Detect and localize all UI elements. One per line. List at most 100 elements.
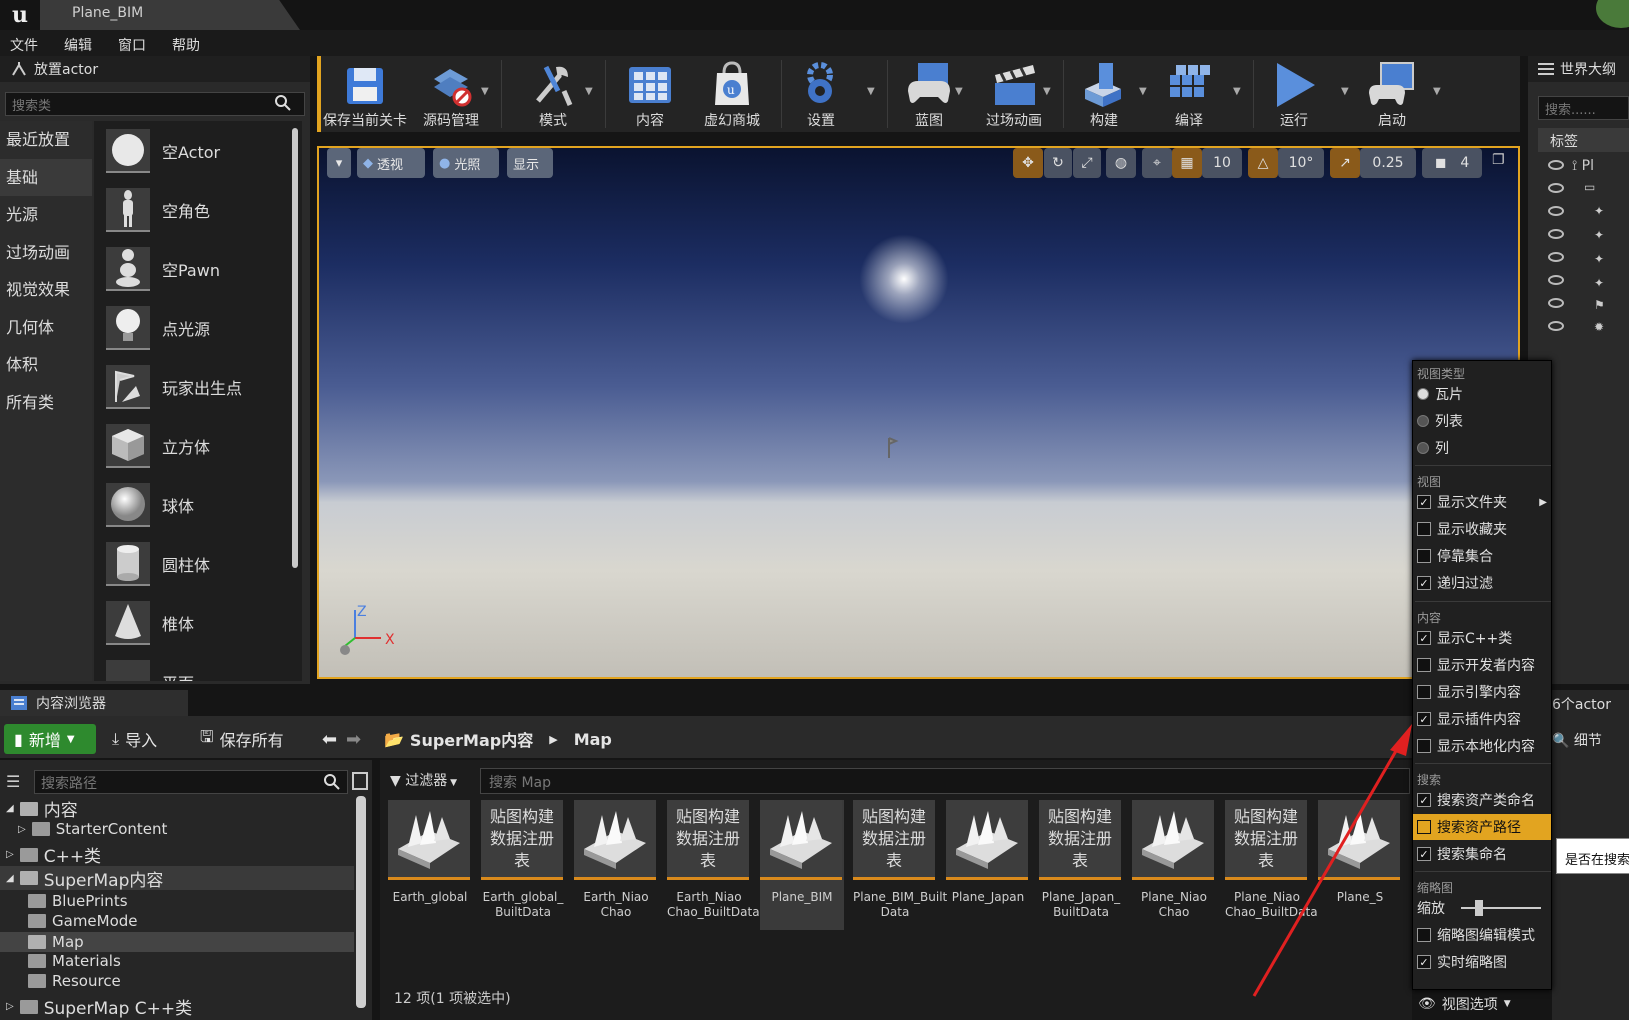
tree-node-blueprints[interactable]: BluePrints (28, 892, 128, 910)
label-column-header[interactable]: 标签 (1538, 128, 1629, 152)
category-basic[interactable]: 基础 (0, 158, 92, 196)
details-tab[interactable]: 🔍 细节 (1552, 730, 1602, 750)
maximize-viewport-icon[interactable]: ❐ (1492, 152, 1510, 170)
visibility-eye-icon[interactable] (1548, 206, 1564, 216)
world-space-icon[interactable]: ◍ (1106, 148, 1136, 178)
category-volumes[interactable]: 体积 (0, 346, 92, 384)
chevron-down-icon[interactable]: ▼ (867, 86, 875, 97)
content-browser-tab[interactable]: 内容浏览器 (0, 690, 188, 716)
save-level-button[interactable]: 保存当前关卡 (321, 60, 409, 130)
menu-item-show-favorites[interactable]: 显示收藏夹 (1413, 516, 1551, 542)
document-tab[interactable]: Plane_BIM (40, 0, 300, 30)
category-all-classes[interactable]: 所有类 (0, 384, 92, 422)
filters-button[interactable]: ▼ 过滤器 ▼ (390, 770, 472, 794)
save-all-button[interactable]: 🖫 保存所有 (200, 726, 284, 752)
asset-tile[interactable]: Earth_global (388, 800, 472, 930)
menu-item-search-asset-class-names[interactable]: ✓ 搜索资产类命名 (1413, 787, 1551, 813)
zoom-slider[interactable] (1461, 900, 1541, 916)
visibility-eye-icon[interactable] (1548, 183, 1564, 193)
scale-snap-value[interactable]: 0.25 (1360, 148, 1416, 178)
chevron-down-icon[interactable]: ▼ (1233, 86, 1241, 97)
chevron-down-icon[interactable]: ▼ (481, 86, 489, 97)
menu-item-show-developer-content[interactable]: 显示开发者内容 (1413, 652, 1551, 678)
actor-item-cylinder[interactable]: 圆柱体 (94, 534, 302, 593)
path-search-input[interactable]: 搜索路径 (34, 770, 348, 794)
actor-item-plane[interactable]: 平面 (94, 652, 302, 681)
world-outliner-tab[interactable]: 世界大纲 (1528, 56, 1629, 82)
menu-item-tiles[interactable]: 瓦片 (1413, 381, 1551, 407)
scale-snap-icon[interactable]: ↗ (1330, 148, 1360, 178)
category-recent[interactable]: 最近放置 (0, 121, 92, 159)
actor-item-player-start[interactable]: 玩家出生点 (94, 357, 302, 416)
menu-window[interactable]: 窗口 (118, 35, 146, 56)
source-control-button[interactable]: 源码管理 (413, 60, 489, 130)
tree-toggle-icon[interactable]: ☰ (6, 772, 20, 791)
actor-item-cube[interactable]: 立方体 (94, 416, 302, 475)
chevron-down-icon[interactable]: ▼ (955, 86, 963, 97)
asset-tile[interactable]: 贴图构建 数据注册 表 Plane_Japan_ BuiltData (1039, 800, 1123, 930)
visibility-eye-icon[interactable] (1548, 252, 1564, 262)
category-visual-effects[interactable]: 视觉效果 (0, 271, 92, 309)
asset-tile[interactable]: Plane_Japan (946, 800, 1030, 930)
grid-snap-icon[interactable]: ▦ (1172, 148, 1202, 178)
place-actor-tab[interactable]: 放置actor (0, 56, 310, 82)
menu-item-show-engine-content[interactable]: 显示引擎内容 (1413, 679, 1551, 705)
tree-node-map[interactable]: Map (0, 932, 354, 952)
actor-item-sphere[interactable]: 球体 (94, 475, 302, 534)
menu-file[interactable]: 文件 (10, 35, 38, 56)
breadcrumb-item[interactable]: SuperMap内容 (410, 727, 533, 751)
chevron-down-icon[interactable]: ▼ (585, 86, 593, 97)
chevron-down-icon[interactable]: ▼ (1139, 86, 1147, 97)
menu-help[interactable]: 帮助 (172, 35, 200, 56)
tree-node-supermap-content[interactable]: ◢ SuperMap内容 (0, 866, 354, 891)
blueprints-button[interactable]: 蓝图 (895, 60, 963, 130)
search-icon[interactable] (324, 774, 340, 790)
settings-button[interactable]: 设置 (789, 60, 853, 130)
back-button[interactable]: ⬅ (322, 726, 337, 752)
zoom-slider-thumb[interactable] (1475, 900, 1483, 916)
class-search-input[interactable]: 搜索类 (5, 92, 305, 116)
category-lights[interactable]: 光源 (0, 196, 92, 234)
menu-item-columns[interactable]: 列 (1413, 435, 1551, 461)
actor-item-empty-character[interactable]: 空角色 (94, 180, 302, 239)
menu-item-show-cpp-classes[interactable]: ✓ 显示C++类 (1413, 625, 1551, 651)
viewport-options-button[interactable]: ▾ (327, 148, 351, 178)
actor-item-cone[interactable]: 椎体 (94, 593, 302, 652)
breadcrumb-item[interactable]: Map (574, 730, 612, 749)
tree-node-materials[interactable]: Materials (28, 952, 121, 970)
menu-item-search-asset-path[interactable]: 搜索资产路径 (1413, 814, 1551, 840)
rotate-tool-icon[interactable]: ↻ (1044, 148, 1072, 178)
asset-tile[interactable]: Plane_Niao Chao (1132, 800, 1216, 930)
menu-item-search-collection-names[interactable]: ✓ 搜索集命名 (1413, 841, 1551, 867)
tree-node-cpp-classes[interactable]: ▷ C++类 (6, 842, 101, 867)
menu-item-show-folders[interactable]: ✓ 显示文件夹 ▶ (1413, 489, 1551, 515)
actor-item-empty-pawn[interactable]: 空Pawn (94, 239, 302, 298)
outliner-search-input[interactable]: 搜索...... (1538, 96, 1629, 120)
asset-tile[interactable]: Earth_Niao Chao (574, 800, 658, 930)
category-cinematic[interactable]: 过场动画 (0, 234, 92, 272)
marketplace-button[interactable]: u 虚幻商城 (687, 60, 777, 130)
asset-tile[interactable]: Plane_BIM (760, 800, 844, 930)
rotation-snap-icon[interactable]: △ (1248, 148, 1278, 178)
menu-item-show-localized-content[interactable]: 显示本地化内容 (1413, 733, 1551, 759)
chevron-down-icon[interactable]: ▼ (1433, 86, 1441, 97)
asset-tile[interactable]: 贴图构建 数据注册 表 Earth_global_ BuiltData (481, 800, 565, 930)
visibility-eye-icon[interactable] (1548, 229, 1564, 239)
tree-node-gamemode[interactable]: GameMode (28, 912, 138, 930)
chevron-down-icon[interactable]: ▼ (1043, 86, 1051, 97)
level-viewport[interactable]: Z X (317, 146, 1520, 679)
compile-button[interactable]: 编译 (1157, 60, 1221, 130)
content-button[interactable]: 内容 (613, 60, 687, 130)
actor-item-empty-actor[interactable]: 空Actor (94, 121, 302, 180)
view-options-button[interactable]: 👁 视图选项 ▼ (1412, 992, 1552, 1016)
lighting-button[interactable]: ● 光照 (433, 148, 499, 178)
build-button[interactable]: 构建 (1071, 60, 1137, 130)
folder-tree-scrollbar[interactable] (356, 796, 366, 1008)
path-options-icon[interactable] (352, 772, 368, 790)
add-new-button[interactable]: ▮ 新增 ▼ (4, 724, 96, 754)
scale-tool-icon[interactable]: ⤢ (1073, 148, 1101, 178)
forward-button[interactable]: ➡ (346, 726, 361, 752)
show-button[interactable]: 显示 (507, 148, 553, 178)
menu-edit[interactable]: 编辑 (64, 35, 92, 56)
surface-snap-icon[interactable]: ⌖ (1142, 148, 1172, 178)
